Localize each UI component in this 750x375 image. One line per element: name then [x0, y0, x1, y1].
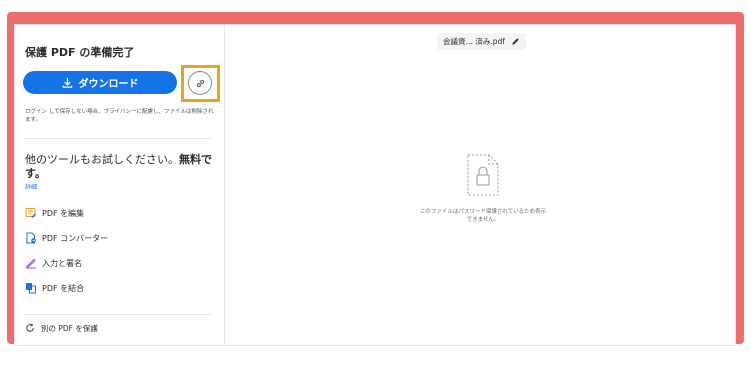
app-window: 保護 PDF の準備完了 ダウンロード ログイン して保存しない場合、プライバシ…: [14, 24, 736, 346]
privacy-note: ログイン して保存しない場合、プライバシーに配慮し、ファイルは削除されます。: [25, 109, 214, 123]
promo-text: 他のツールもお試しください。無料です。: [25, 153, 215, 181]
locked-file-icon: [467, 154, 499, 196]
document-viewer: 会議資… 済み.pdf このファイルはパスワード保護されているため表示できません…: [225, 25, 735, 345]
tool-combine-pdf[interactable]: PDF を結合: [25, 281, 84, 295]
promo-text-main: 他のツールもお試しください。: [25, 153, 179, 166]
tool-label: 入力と署名: [42, 258, 82, 268]
download-icon: [62, 77, 72, 88]
tool-edit-pdf[interactable]: PDF を編集: [25, 206, 84, 220]
tool-label: PDF を編集: [42, 208, 85, 218]
filename: 会議資… 済み.pdf: [443, 37, 505, 46]
combine-pdf-icon: [26, 283, 36, 294]
tool-fill-sign[interactable]: 入力と署名: [25, 256, 82, 270]
left-panel: 保護 PDF の準備完了 ダウンロード ログイン して保存しない場合、プライバシ…: [15, 25, 225, 345]
link-icon: [196, 79, 204, 87]
protect-another-label: 別の PDF を保護: [41, 323, 98, 333]
protected-message: このファイルはパスワード保護されているため表示できません。: [419, 209, 547, 223]
share-link-button[interactable]: [188, 71, 212, 95]
details-link[interactable]: 詳細: [25, 182, 37, 191]
refresh-icon: [26, 323, 34, 332]
protect-another-button[interactable]: 別の PDF を保護: [25, 322, 98, 334]
tool-label: PDF を結合: [42, 283, 85, 293]
divider: [25, 314, 211, 315]
convert-pdf-icon: [26, 232, 36, 244]
edit-pdf-icon: [25, 208, 36, 218]
page-title: 保護 PDF の準備完了: [25, 46, 135, 59]
download-label: ダウンロード: [78, 79, 139, 90]
download-button[interactable]: ダウンロード: [23, 71, 177, 94]
sign-icon: [26, 258, 36, 269]
divider: [25, 138, 211, 139]
tool-label: PDF コンバーター: [42, 233, 109, 243]
filename-tag[interactable]: 会議資… 済み.pdf: [437, 33, 526, 50]
pencil-icon[interactable]: [511, 37, 520, 46]
tool-pdf-converter[interactable]: PDF コンバーター: [25, 231, 108, 245]
